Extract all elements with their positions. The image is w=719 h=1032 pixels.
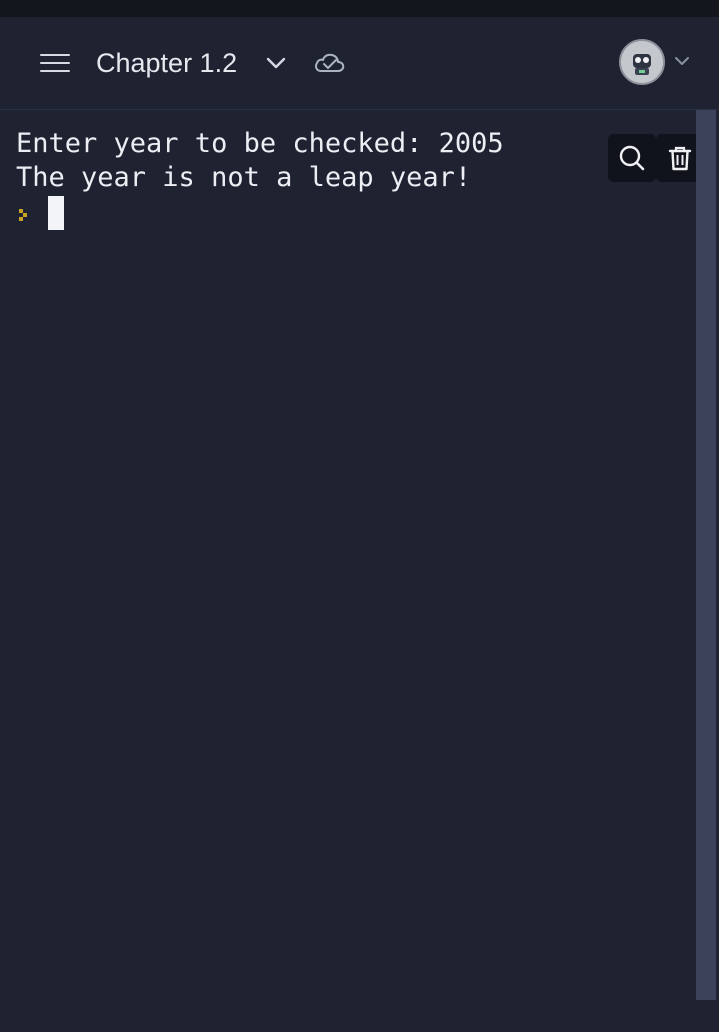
console-input-cursor[interactable]: [48, 196, 64, 230]
status-bar: [0, 0, 719, 17]
prompt-chevron-icon: [19, 209, 27, 221]
scrollbar-thumb[interactable]: [696, 110, 716, 1000]
hamburger-menu-icon[interactable]: [40, 53, 72, 75]
robot-avatar: [621, 41, 663, 83]
cloud-check-icon[interactable]: [312, 49, 346, 77]
trash-icon: [668, 146, 692, 171]
search-button[interactable]: [608, 134, 656, 182]
user-avatar[interactable]: [619, 39, 665, 85]
chevron-down-icon[interactable]: [264, 53, 288, 73]
console-line-result: The year is not a leap year!: [16, 162, 472, 193]
header-bar: Chapter 1.2: [0, 17, 719, 110]
console-line-input: Enter year to be checked: 2005: [16, 128, 504, 159]
chapter-title[interactable]: Chapter 1.2: [96, 45, 237, 81]
search-icon: [619, 145, 645, 171]
account-chevron-icon[interactable]: [673, 53, 691, 69]
console-output[interactable]: [0, 110, 696, 1032]
